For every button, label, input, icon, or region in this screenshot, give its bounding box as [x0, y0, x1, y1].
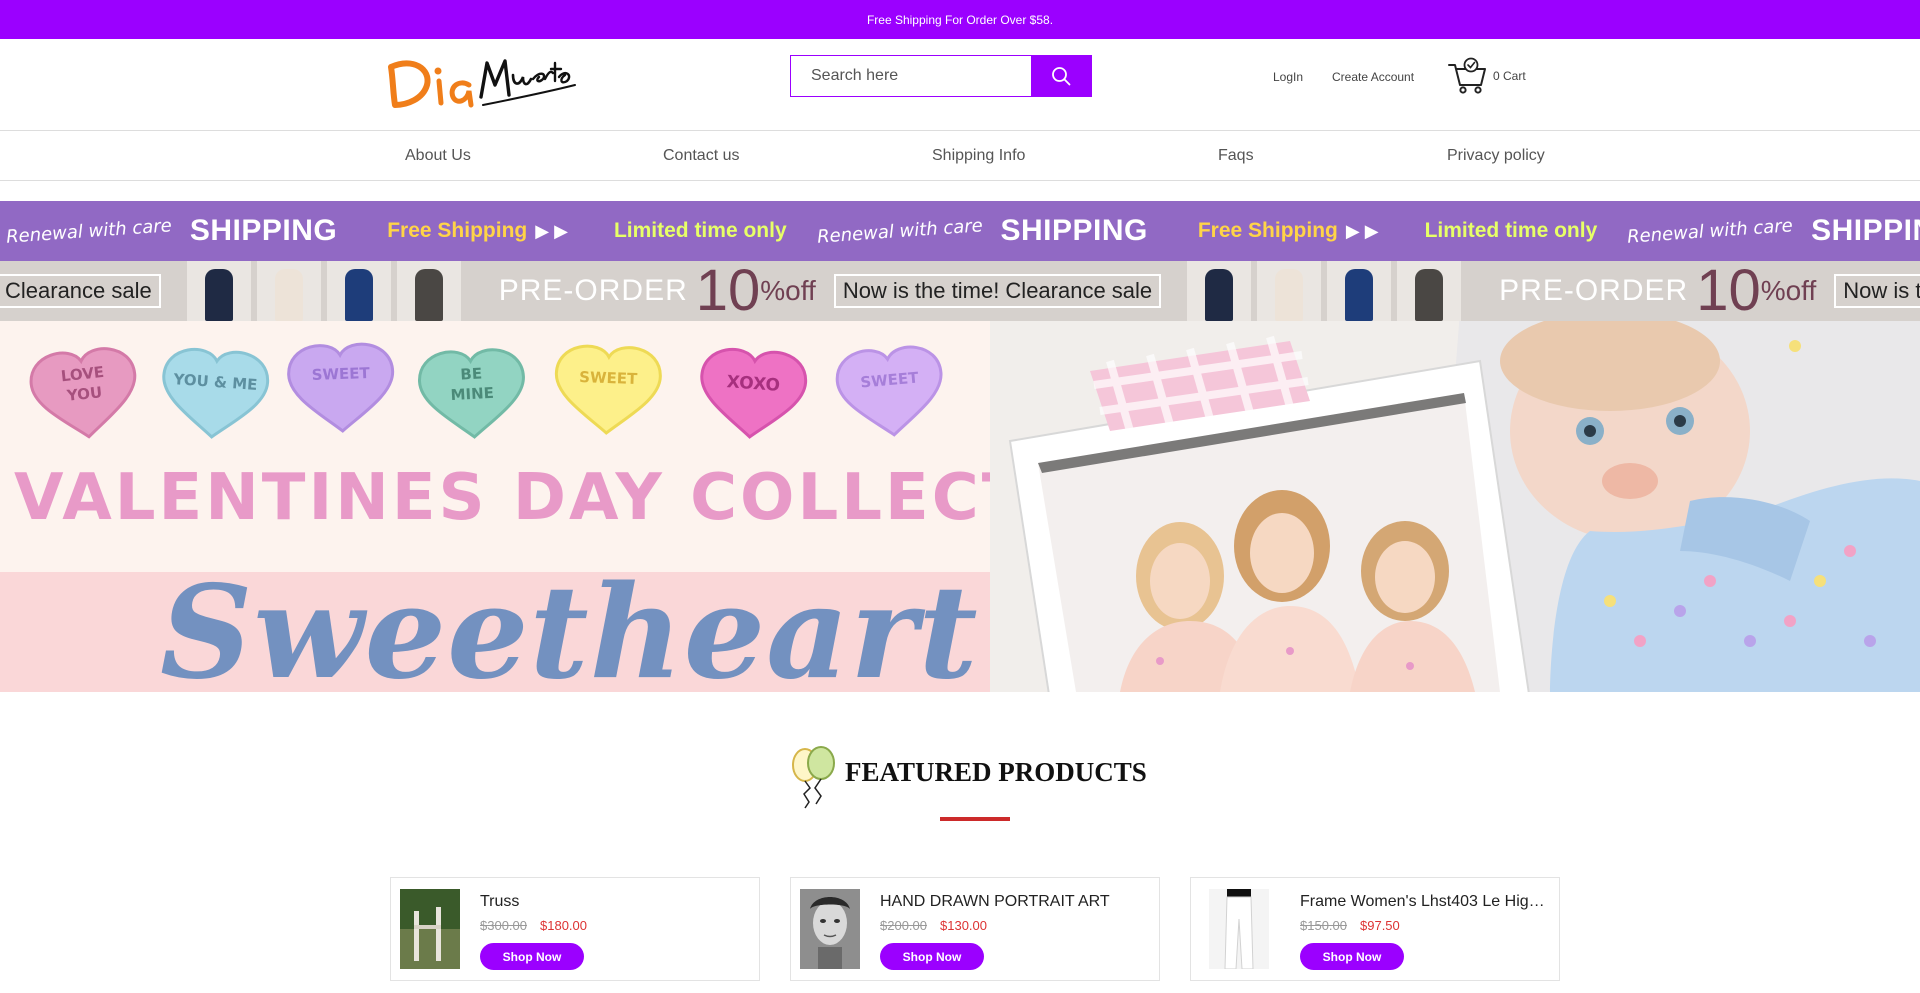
heart-text: SWEET	[579, 368, 638, 388]
cart-link[interactable]: 0 Cart	[1447, 57, 1526, 95]
site-logo[interactable]	[383, 49, 578, 113]
hero-left-panel: LOVEYOU YOU & ME SWEET BEMINE SWEET XOXO…	[0, 321, 1166, 692]
nav-item-faqs[interactable]: Faqs	[1218, 147, 1254, 165]
product-card[interactable]: Frame Women's Lhst403 Le Hig… $150.00 $9…	[1190, 877, 1560, 981]
hero-photo-panel	[990, 321, 1920, 692]
login-link[interactable]: LogIn	[1273, 70, 1303, 84]
announcement-bar: Free Shipping For Order Over $58.	[0, 0, 1920, 39]
product-name[interactable]: Truss	[480, 893, 519, 911]
product-old-price: $300.00	[480, 918, 527, 933]
cart-icon	[1448, 57, 1486, 94]
search-icon	[1052, 67, 1071, 86]
shipping-text: SHIPPING	[189, 214, 338, 247]
discount-unit: %off	[760, 275, 816, 306]
limited-time-text: Limited time only	[1424, 219, 1598, 242]
discount-number: 10	[1696, 261, 1761, 321]
hero-banner[interactable]: LOVEYOU YOU & ME SWEET BEMINE SWEET XOXO…	[0, 321, 1920, 692]
free-shipping-text: Free Shipping	[1197, 219, 1338, 242]
product-sale-price: $97.50	[1360, 918, 1400, 933]
balloons-icon	[792, 746, 835, 809]
shipping-text: SHIPPING	[1000, 214, 1148, 247]
hero-script-text: Sweetheart	[160, 558, 979, 692]
featured-title: FEATURED PRODUCTS	[845, 757, 1147, 787]
product-sale-price: $130.00	[940, 918, 987, 933]
announcement-text: Free Shipping For Order Over $58.	[866, 12, 1054, 27]
product-image[interactable]	[400, 889, 460, 969]
candy-hearts: LOVEYOU YOU & ME SWEET BEMINE SWEET XOXO…	[26, 341, 948, 444]
heart-text: XOXO	[726, 372, 781, 396]
product-thumb	[256, 261, 321, 321]
product-old-price: $150.00	[1300, 918, 1347, 933]
promo-banner-clearance[interactable]: Clearance sale PRE-ORDER 10 %off Now is …	[0, 261, 1920, 321]
product-name[interactable]: Frame Women's Lhst403 Le Hig…	[1300, 893, 1545, 911]
site-header: LogIn Create Account 0 Cart	[0, 39, 1920, 131]
search-button[interactable]	[1031, 56, 1091, 96]
product-image[interactable]	[800, 889, 860, 969]
heart-text: SWEET	[311, 364, 370, 384]
clearance-sale-full-label: Now is the time! Clearance sale	[1834, 274, 1920, 308]
nav-item-contact-us[interactable]: Contact us	[663, 147, 739, 165]
nav-item-shipping-info[interactable]: Shipping Info	[932, 147, 1025, 165]
product-image[interactable]	[1209, 889, 1269, 969]
promo-banner-shipping-row: Renewal with care SHIPPING Free Shipping…	[5, 201, 1920, 261]
play-arrows-icon: ▶ ▶	[535, 220, 568, 241]
discount-unit: %off	[1760, 275, 1817, 306]
main-nav: About Us Contact us Shipping Info Faqs P…	[0, 131, 1920, 181]
nav-item-privacy-policy[interactable]: Privacy policy	[1447, 147, 1545, 165]
product-thumb	[1257, 261, 1322, 321]
pre-order-text: PRE-ORDER	[1499, 274, 1689, 307]
product-thumb	[1187, 261, 1252, 321]
shop-now-button[interactable]: Shop Now	[880, 943, 984, 970]
product-name[interactable]: HAND DRAWN PORTRAIT ART	[880, 893, 1110, 911]
product-thumb	[1397, 261, 1462, 321]
renewal-text: Renewal with care	[1626, 214, 1794, 248]
product-card[interactable]: Truss $300.00 $180.00 Shop Now	[390, 877, 760, 981]
shop-now-button[interactable]: Shop Now	[1300, 943, 1404, 970]
product-old-price: $200.00	[880, 918, 927, 933]
cart-count: 0 Cart	[1493, 69, 1526, 83]
promo-banner-clearance-row: Clearance sale PRE-ORDER 10 %off Now is …	[0, 261, 1920, 321]
hero-photo-illustration	[990, 321, 1920, 692]
renewal-text: Renewal with care	[816, 214, 984, 248]
nav-item-about-us[interactable]: About Us	[405, 147, 471, 165]
discount-number: 10	[695, 261, 761, 321]
promo-banner-shipping[interactable]: Renewal with care SHIPPING Free Shipping…	[0, 201, 1920, 261]
free-shipping-text: Free Shipping	[387, 219, 528, 242]
shop-now-button[interactable]: Shop Now	[480, 943, 584, 970]
logo-graphic	[388, 59, 576, 108]
clearance-product-thumbs	[1187, 261, 1462, 321]
product-card[interactable]: HAND DRAWN PORTRAIT ART $200.00 $130.00 …	[790, 877, 1160, 981]
search-input[interactable]	[791, 56, 1031, 96]
featured-underline	[940, 817, 1010, 821]
featured-section: FEATURED PRODUCTS	[0, 740, 1920, 830]
clearance-sale-full-label: Now is the time! Clearance sale	[833, 274, 1162, 308]
play-arrows-icon: ▶ ▶	[1345, 220, 1379, 241]
product-thumb	[1327, 261, 1392, 321]
product-photo-jeans	[1209, 889, 1269, 969]
product-photo-truss	[400, 889, 460, 969]
shipping-text: SHIPPING	[1811, 214, 1920, 247]
product-photo-portrait	[800, 889, 860, 969]
product-thumb	[326, 261, 391, 321]
product-sale-price: $180.00	[540, 918, 587, 933]
product-thumb	[186, 261, 251, 321]
product-thumb	[396, 261, 461, 321]
pre-order-text: PRE-ORDER	[498, 274, 688, 307]
clearance-product-thumbs	[186, 261, 461, 321]
clearance-sale-label: Clearance sale	[0, 274, 161, 308]
limited-time-text: Limited time only	[613, 219, 787, 242]
create-account-link[interactable]: Create Account	[1332, 70, 1414, 84]
renewal-text: Renewal with care	[5, 214, 173, 248]
search-box	[790, 55, 1092, 97]
